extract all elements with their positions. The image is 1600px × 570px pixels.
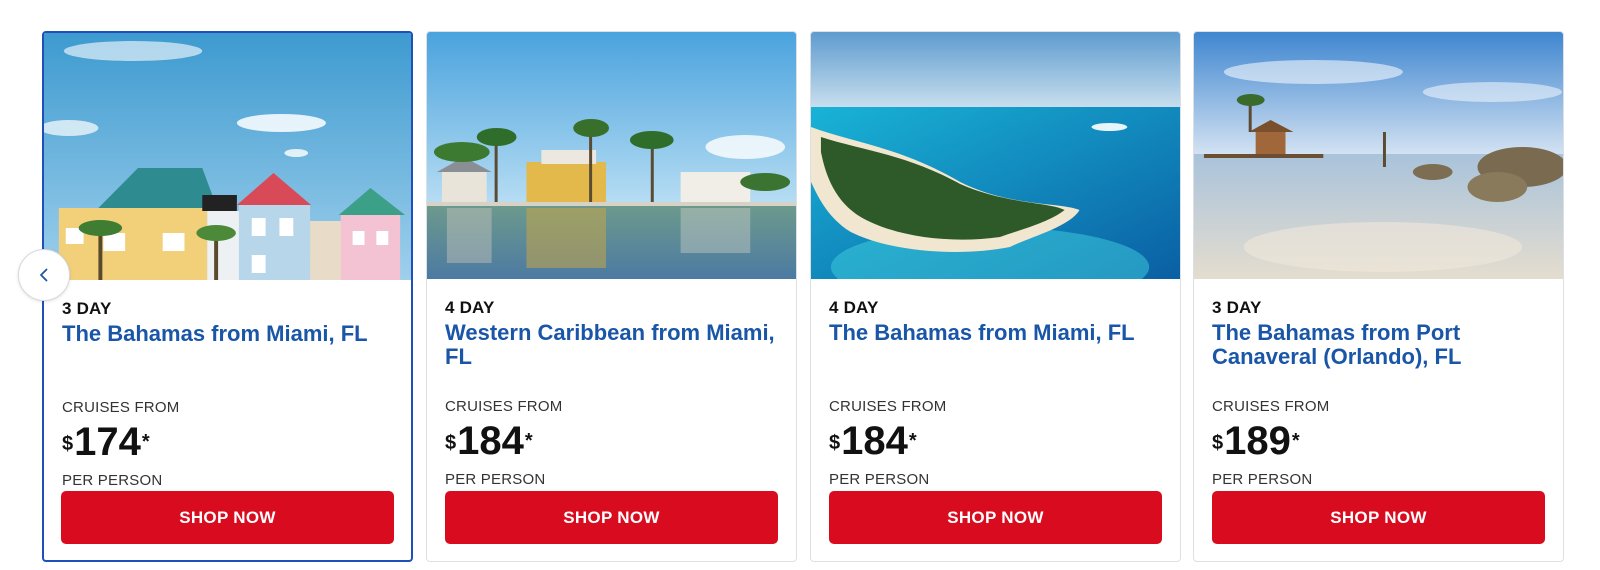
cruises-from-label: CRUISES FROM xyxy=(829,398,947,415)
currency-symbol: $ xyxy=(829,432,841,454)
price-value: 174 xyxy=(74,420,141,464)
destination-image xyxy=(1194,32,1563,279)
shop-now-button[interactable]: SHOP NOW xyxy=(445,491,778,544)
card-body: 4 DAY Western Caribbean from Miami, FL C… xyxy=(445,298,778,488)
cruise-duration: 4 DAY xyxy=(445,298,495,317)
currency-symbol: $ xyxy=(1212,432,1224,454)
cruise-price: $184* xyxy=(829,421,1162,461)
price-value: 184 xyxy=(841,419,908,463)
cruise-duration: 3 DAY xyxy=(1212,298,1262,317)
shop-now-button[interactable]: SHOP NOW xyxy=(61,491,394,544)
cruise-duration: 3 DAY xyxy=(62,299,112,318)
price-value: 189 xyxy=(1224,419,1291,463)
cruise-title[interactable]: Western Caribbean from Miami, FL xyxy=(445,321,778,369)
card-body: 4 DAY The Bahamas from Miami, FL CRUISES… xyxy=(829,298,1162,488)
cruise-price: $184* xyxy=(445,421,778,461)
card-body: 3 DAY The Bahamas from Port Canaveral (O… xyxy=(1212,298,1545,488)
cruise-card[interactable]: 3 DAY The Bahamas from Port Canaveral (O… xyxy=(1193,31,1564,562)
cruise-deals-carousel: 3 DAY The Bahamas from Miami, FL CRUISES… xyxy=(0,0,1600,570)
destination-image xyxy=(44,33,411,280)
price-value: 184 xyxy=(457,419,524,463)
cruise-card[interactable]: 4 DAY Western Caribbean from Miami, FL C… xyxy=(426,31,797,562)
cruise-title[interactable]: The Bahamas from Miami, FL xyxy=(62,322,393,370)
cruise-title[interactable]: The Bahamas from Port Canaveral (Orlando… xyxy=(1212,321,1545,369)
price-asterisk: * xyxy=(141,431,150,453)
shop-now-button[interactable]: SHOP NOW xyxy=(829,491,1162,544)
currency-symbol: $ xyxy=(445,432,457,454)
cruise-duration: 4 DAY xyxy=(829,298,879,317)
per-person-label: PER PERSON xyxy=(62,472,163,489)
per-person-label: PER PERSON xyxy=(829,471,930,488)
destination-image xyxy=(427,32,796,279)
cruises-from-label: CRUISES FROM xyxy=(1212,398,1330,415)
cruise-card[interactable]: 3 DAY The Bahamas from Miami, FL CRUISES… xyxy=(42,31,413,562)
cruise-card[interactable]: 4 DAY The Bahamas from Miami, FL CRUISES… xyxy=(810,31,1181,562)
price-asterisk: * xyxy=(1291,430,1300,452)
price-asterisk: * xyxy=(908,430,917,452)
cruises-from-label: CRUISES FROM xyxy=(62,399,180,416)
card-body: 3 DAY The Bahamas from Miami, FL CRUISES… xyxy=(62,299,393,489)
price-asterisk: * xyxy=(524,430,533,452)
cruises-from-label: CRUISES FROM xyxy=(445,398,563,415)
destination-image xyxy=(811,32,1180,279)
shop-now-button[interactable]: SHOP NOW xyxy=(1212,491,1545,544)
per-person-label: PER PERSON xyxy=(1212,471,1313,488)
cruise-price: $189* xyxy=(1212,421,1545,461)
cruise-price: $174* xyxy=(62,422,393,462)
cruise-title[interactable]: The Bahamas from Miami, FL xyxy=(829,321,1162,369)
chevron-left-icon xyxy=(40,268,48,282)
per-person-label: PER PERSON xyxy=(445,471,546,488)
currency-symbol: $ xyxy=(62,433,74,455)
carousel-prev-button[interactable] xyxy=(18,249,70,301)
